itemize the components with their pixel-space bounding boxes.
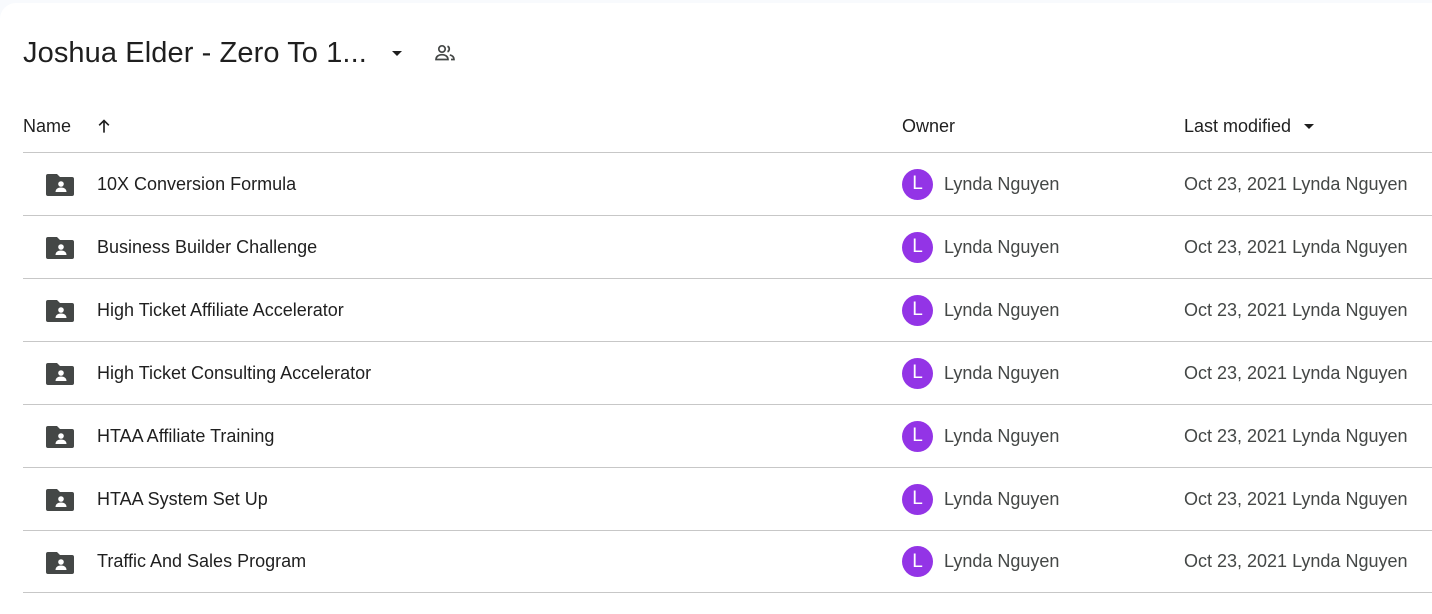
owner-name: Lynda Nguyen: [944, 488, 1060, 509]
column-name-label: Name: [23, 115, 72, 136]
owner-avatar: L: [902, 168, 933, 200]
shared-folder-icon: [46, 174, 74, 196]
owner-name: Lynda Nguyen: [944, 236, 1060, 257]
column-modified-label: Last modified: [1184, 115, 1292, 136]
table-row[interactable]: HTAA Affiliate Training L Lynda Nguyen O…: [23, 404, 1432, 467]
shared-folder-icon: [46, 363, 74, 385]
arrow-upward-icon: [98, 119, 110, 133]
shared-folder-icon: [46, 237, 74, 259]
shared-folder-icon: [46, 489, 74, 511]
file-name: High Ticket Affiliate Accelerator: [97, 299, 344, 320]
folder-title[interactable]: Joshua Elder - Zero To 1...: [23, 37, 367, 70]
column-owner-label: Owner: [902, 115, 956, 136]
file-name: High Ticket Consulting Accelerator: [97, 362, 372, 383]
owner-avatar: L: [902, 231, 933, 263]
last-modified: Oct 23, 2021 Lynda Nguyen: [1184, 362, 1408, 383]
file-list-panel: Joshua Elder - Zero To 1... Name Owner L…: [0, 3, 1432, 614]
shared-folder-icon: [46, 300, 74, 322]
arrow-drop-down-icon: [391, 51, 402, 56]
owner-avatar: L: [902, 357, 933, 389]
owner-name: Lynda Nguyen: [944, 362, 1060, 383]
file-name: Traffic And Sales Program: [97, 551, 307, 571]
folder-actions-button[interactable]: [377, 33, 417, 73]
table-row[interactable]: HTAA System Set Up L Lynda Nguyen Oct 23…: [23, 467, 1432, 530]
owner-avatar: L: [902, 420, 933, 452]
last-modified: Oct 23, 2021 Lynda Nguyen: [1184, 299, 1408, 320]
last-modified: Oct 23, 2021 Lynda Nguyen: [1184, 488, 1408, 509]
table-row[interactable]: 10X Conversion Formula L Lynda Nguyen Oc…: [23, 152, 1432, 215]
sort-direction-button[interactable]: [89, 111, 119, 141]
column-header-last-modified[interactable]: Last modified: [1184, 107, 1321, 145]
people-icon: [435, 44, 455, 61]
last-modified: Oct 23, 2021 Lynda Nguyen: [1184, 236, 1408, 257]
owner-name: Lynda Nguyen: [944, 425, 1060, 446]
shared-folder-button[interactable]: [425, 33, 465, 73]
column-header-name[interactable]: Name: [23, 107, 119, 145]
file-name: 10X Conversion Formula: [97, 173, 297, 194]
table-row[interactable]: High Ticket Affiliate Accelerator L Lynd…: [23, 278, 1432, 341]
file-name: HTAA Affiliate Training: [97, 425, 275, 446]
owner-name: Lynda Nguyen: [944, 551, 1060, 571]
modified-sort-dropdown[interactable]: [1297, 114, 1321, 138]
file-name: Business Builder Challenge: [97, 236, 318, 257]
last-modified: Oct 23, 2021 Lynda Nguyen: [1184, 425, 1408, 446]
folder-header: Joshua Elder - Zero To 1...: [23, 33, 465, 73]
owner-name: Lynda Nguyen: [944, 173, 1060, 194]
table-row[interactable]: High Ticket Consulting Accelerator L Lyn…: [23, 341, 1432, 404]
arrow-drop-down-icon: [1304, 124, 1315, 129]
table-row[interactable]: Business Builder Challenge L Lynda Nguye…: [23, 215, 1432, 278]
file-list: 10X Conversion Formula L Lynda Nguyen Oc…: [23, 152, 1432, 593]
last-modified: Oct 23, 2021 Lynda Nguyen: [1184, 173, 1408, 194]
owner-avatar: L: [902, 546, 933, 577]
owner-avatar: L: [902, 294, 933, 326]
table-row[interactable]: Traffic And Sales Program L Lynda Nguyen…: [23, 530, 1432, 593]
column-header-owner[interactable]: Owner: [902, 107, 955, 145]
file-name: HTAA System Set Up: [97, 488, 268, 509]
last-modified: Oct 23, 2021 Lynda Nguyen: [1184, 551, 1408, 571]
owner-avatar: L: [902, 483, 933, 515]
shared-folder-icon: [46, 426, 74, 448]
shared-folder-icon: [46, 552, 74, 574]
owner-name: Lynda Nguyen: [944, 299, 1060, 320]
